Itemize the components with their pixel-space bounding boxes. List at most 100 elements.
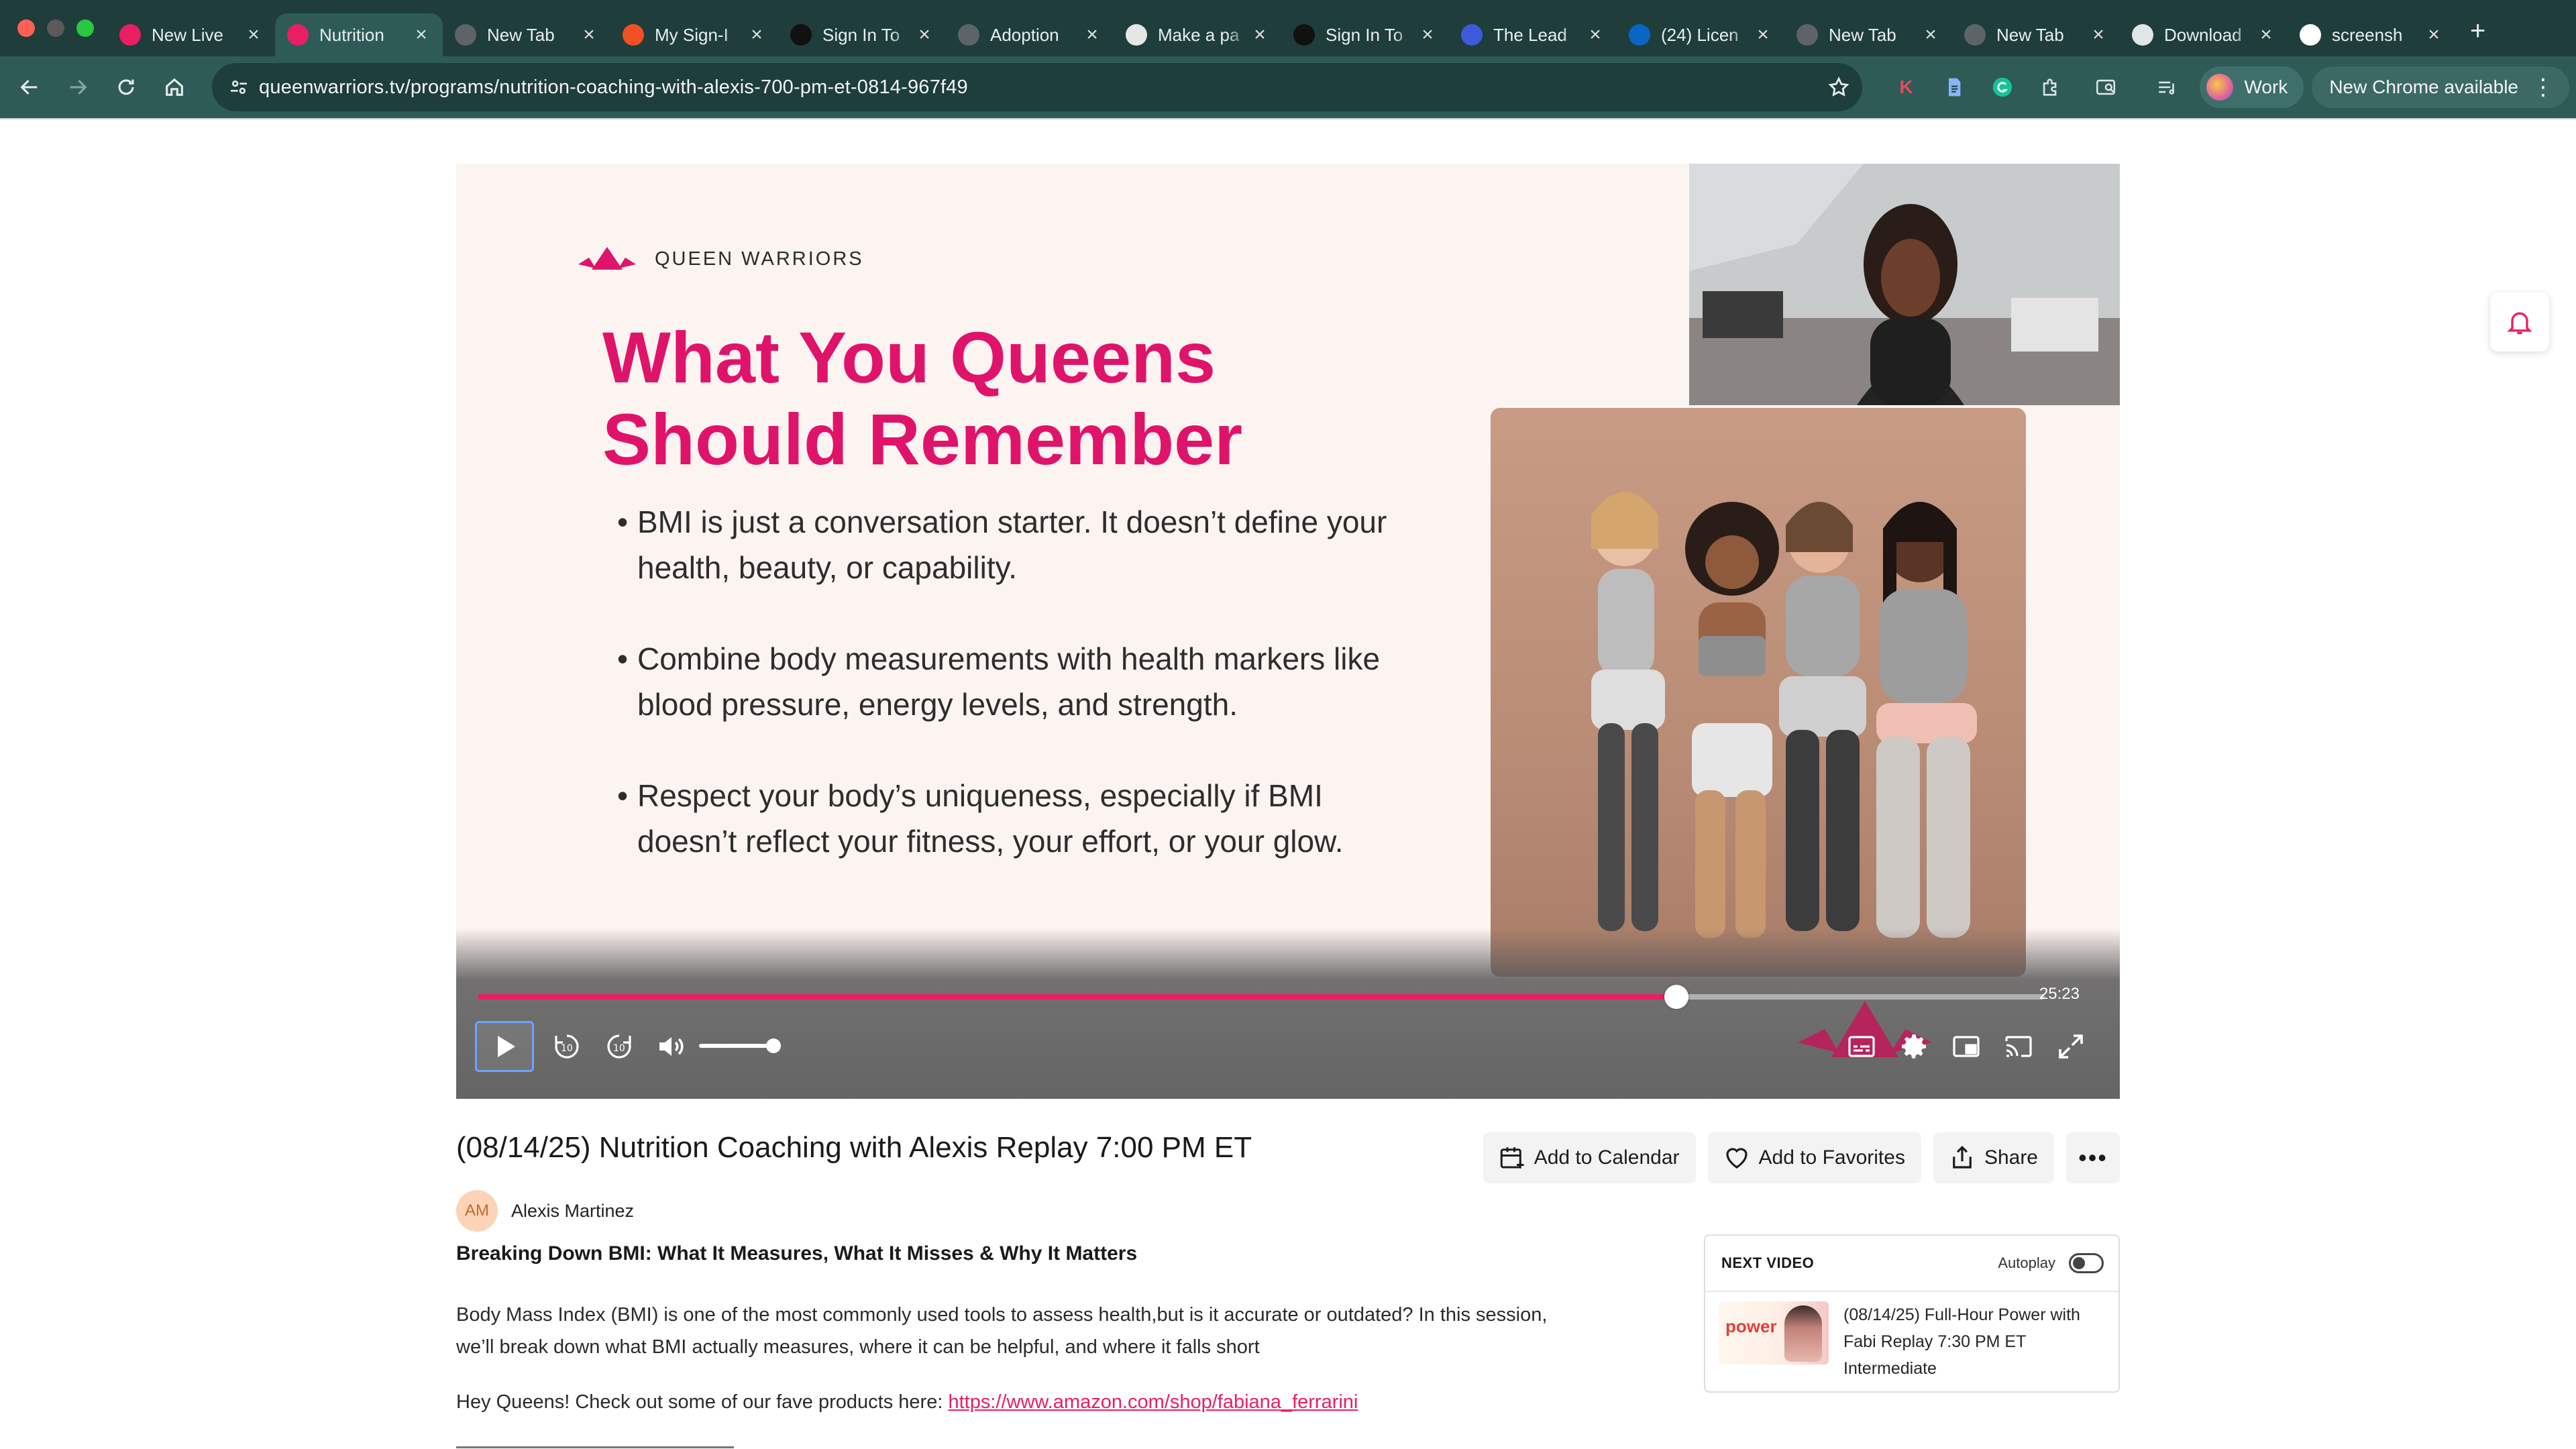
close-tab-icon[interactable]: × xyxy=(1585,23,1606,46)
tab-title: Sign In To xyxy=(822,24,900,45)
grammarly-icon[interactable] xyxy=(1978,63,2027,111)
calendar-add-icon xyxy=(1500,1147,1524,1169)
forward-10-button[interactable]: 10 xyxy=(596,1021,643,1072)
browser-toolbar: queenwarriors.tv/programs/nutrition-coac… xyxy=(0,56,2576,118)
browser-tab[interactable]: Adoption × xyxy=(946,13,1114,56)
avatar: AM xyxy=(456,1190,498,1232)
browser-tab[interactable]: New Tab × xyxy=(1784,13,1952,56)
browser-tab-strip: New Live × Nutrition × New Tab × My Sign-I × Sig… xyxy=(0,0,2576,56)
chrome-icon xyxy=(455,24,476,46)
docs-extension-icon[interactable] xyxy=(1930,63,1978,111)
more-options-button[interactable]: ••• xyxy=(2066,1132,2120,1183)
linkedin-icon xyxy=(1629,24,1650,46)
autoplay-control: Autoplay xyxy=(1998,1253,2104,1273)
video-player[interactable]: QUEEN WARRIORS What You Queens Should Re… xyxy=(456,164,2120,1099)
bell-icon xyxy=(2507,312,2532,335)
notifications-button[interactable] xyxy=(2490,292,2549,352)
url-text[interactable]: queenwarriors.tv/programs/nutrition-coac… xyxy=(259,76,1815,99)
close-tab-icon[interactable]: × xyxy=(578,23,600,46)
close-tab-icon[interactable]: × xyxy=(1249,23,1271,46)
volume-icon xyxy=(659,1037,684,1056)
maximize-window-button[interactable] xyxy=(76,19,94,37)
gear-star-icon xyxy=(1461,24,1483,46)
profile-button[interactable]: Work xyxy=(2200,66,2304,108)
browser-tab[interactable]: New Tab × xyxy=(1952,13,2120,56)
fullscreen-button[interactable] xyxy=(2047,1021,2094,1072)
tab-title: Download xyxy=(2164,24,2242,45)
close-tab-icon[interactable]: × xyxy=(1081,23,1103,46)
dark-app-icon xyxy=(790,24,812,46)
autoplay-toggle[interactable] xyxy=(2069,1253,2104,1273)
captions-button[interactable] xyxy=(1838,1021,1885,1072)
cast-button[interactable] xyxy=(1995,1021,2042,1072)
minimize-window-button[interactable] xyxy=(47,19,64,37)
menu-kebab-icon[interactable]: ⋮ xyxy=(2532,74,2555,101)
picture-in-picture-button[interactable] xyxy=(1943,1021,1990,1072)
browser-tab[interactable]: (24) Licen × xyxy=(1617,13,1784,56)
tab-title: (24) Licen xyxy=(1661,24,1739,45)
close-tab-icon[interactable]: × xyxy=(411,23,432,46)
extension-k-icon[interactable]: K xyxy=(1882,63,1930,111)
close-tab-icon[interactable]: × xyxy=(1417,23,1438,46)
tab-title: New Live xyxy=(152,24,223,45)
reload-icon[interactable] xyxy=(102,63,150,111)
add-to-favorites-button[interactable]: Add to Favorites xyxy=(1707,1132,1921,1183)
volume-slider[interactable] xyxy=(699,1038,781,1053)
browser-tab[interactable]: New Live × xyxy=(107,13,275,56)
volume-button[interactable] xyxy=(648,1021,695,1072)
side-panel-icon[interactable] xyxy=(2082,63,2130,111)
seek-handle[interactable] xyxy=(1664,985,1689,1009)
browser-tab[interactable]: New Tab × xyxy=(443,13,610,56)
browser-tab[interactable]: Download × xyxy=(2120,13,2288,56)
seek-bar[interactable] xyxy=(478,985,2045,1009)
profile-label: Work xyxy=(2244,76,2288,97)
close-tab-icon[interactable]: × xyxy=(746,23,767,46)
extensions-puzzle-icon[interactable] xyxy=(2027,63,2075,111)
share-button[interactable]: Share xyxy=(1933,1132,2054,1183)
thumbnail-text: power xyxy=(1725,1316,1777,1336)
forward-icon[interactable] xyxy=(54,63,102,111)
close-tab-icon[interactable]: × xyxy=(1920,23,1941,46)
tab-title: My Sign-I xyxy=(655,24,729,45)
bookmark-star-icon[interactable] xyxy=(1815,76,1862,99)
svg-text:10: 10 xyxy=(613,1043,625,1054)
slide-bullet: BMI is just a conversation starter. It d… xyxy=(617,499,1389,590)
close-tab-icon[interactable]: × xyxy=(2088,23,2109,46)
slide-title: What You Queens Should Remember xyxy=(602,317,1474,480)
tab-title: Sign In To xyxy=(1326,24,1403,45)
next-video-title[interactable]: (08/14/25) Full-Hour Power with Fabi Rep… xyxy=(1843,1301,2105,1382)
close-window-button[interactable] xyxy=(17,19,35,37)
promo-link[interactable]: https://www.amazon.com/shop/fabiana_ferr… xyxy=(948,1391,1358,1413)
close-tab-icon[interactable]: × xyxy=(914,23,935,46)
address-bar[interactable]: queenwarriors.tv/programs/nutrition-coac… xyxy=(212,63,1862,111)
play-button[interactable] xyxy=(475,1021,534,1072)
site-info-icon[interactable] xyxy=(219,76,259,98)
tab-title: Nutrition xyxy=(319,24,384,45)
author-name[interactable]: Alexis Martinez xyxy=(511,1201,634,1222)
next-video-thumbnail[interactable]: power xyxy=(1719,1301,1829,1364)
browser-tab[interactable]: Make a pa × xyxy=(1114,13,1281,56)
browser-tab[interactable]: The Lead × xyxy=(1449,13,1617,56)
tab-title: The Lead xyxy=(1493,24,1567,45)
close-tab-icon[interactable]: × xyxy=(2423,23,2445,46)
chrome-update-button[interactable]: New Chrome available ⋮ xyxy=(2312,66,2569,108)
browser-tab[interactable]: Sign In To × xyxy=(1281,13,1449,56)
browser-tab[interactable]: Nutrition × xyxy=(275,13,443,56)
volume-handle[interactable] xyxy=(766,1038,781,1053)
rewind-10-button[interactable]: 10 xyxy=(543,1021,590,1072)
add-to-calendar-button[interactable]: Add to Calendar xyxy=(1483,1132,1696,1183)
next-video-item[interactable]: power (08/14/25) Full-Hour Power with Fa… xyxy=(1705,1292,2118,1382)
back-icon[interactable] xyxy=(5,63,54,111)
browser-tab[interactable]: Sign In To × xyxy=(778,13,946,56)
media-queue-icon[interactable] xyxy=(2143,63,2192,111)
close-tab-icon[interactable]: × xyxy=(2255,23,2277,46)
new-tab-button[interactable]: + xyxy=(2470,16,2485,46)
autoplay-label: Autoplay xyxy=(1998,1254,2055,1271)
close-tab-icon[interactable]: × xyxy=(1752,23,1774,46)
settings-button[interactable] xyxy=(1890,1021,1937,1072)
browser-tab[interactable]: screensh × xyxy=(2288,13,2455,56)
browser-tab[interactable]: My Sign-I × xyxy=(610,13,778,56)
home-icon[interactable] xyxy=(150,63,199,111)
slide-title-line-1: What You Queens xyxy=(602,317,1216,398)
close-tab-icon[interactable]: × xyxy=(243,23,264,46)
